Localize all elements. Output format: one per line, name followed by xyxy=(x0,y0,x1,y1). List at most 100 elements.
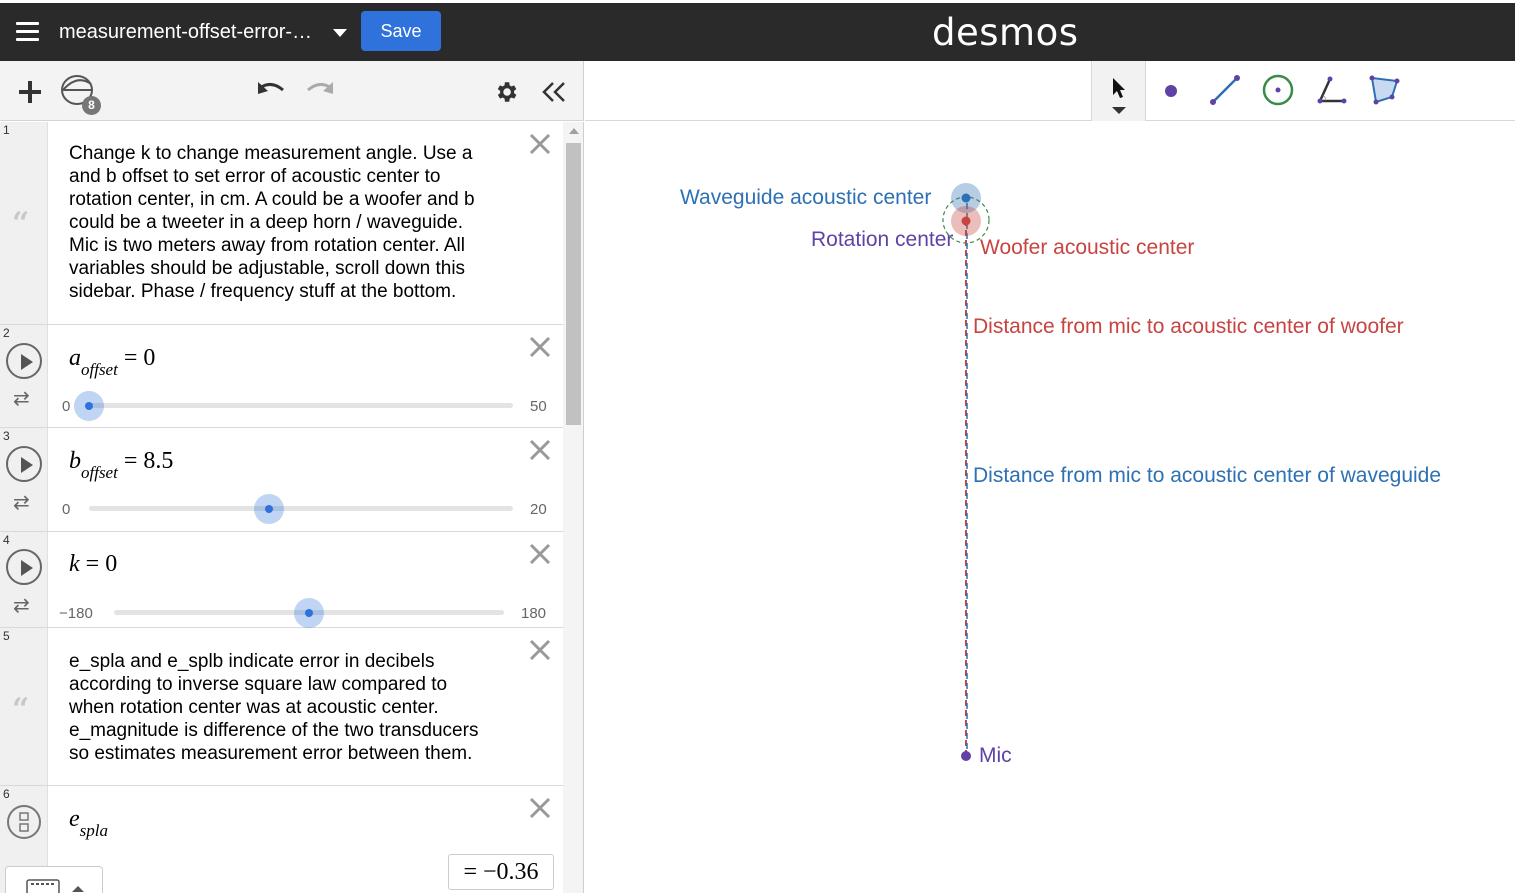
note-item[interactable]: 1 “ Change k to change measurement angle… xyxy=(0,122,563,325)
hidden-graph-icon[interactable] xyxy=(6,804,42,840)
hamburger-icon[interactable] xyxy=(16,22,40,42)
math-eq: = 8.5 xyxy=(123,448,174,474)
rotation-center-label: Rotation center xyxy=(811,228,954,251)
expression-gutter: 2 ⇄ xyxy=(0,325,48,427)
loop-icon[interactable]: ⇄ xyxy=(13,386,30,411)
note-line: when rotation center was at acoustic cen… xyxy=(69,697,439,718)
note-line: Mic is two meters away from rotation cen… xyxy=(69,235,465,256)
expression-math[interactable]: k = 0 xyxy=(69,551,117,578)
pointer-icon xyxy=(1113,78,1125,98)
close-icon[interactable] xyxy=(527,637,553,663)
slider-handle[interactable] xyxy=(254,494,285,524)
close-icon[interactable] xyxy=(527,334,553,360)
scroll-up-arrow[interactable] xyxy=(569,128,579,134)
play-icon[interactable] xyxy=(6,343,42,379)
circle-tool-icon[interactable] xyxy=(1261,73,1295,107)
expression-math[interactable]: espla xyxy=(69,806,108,840)
plus-icon[interactable] xyxy=(17,79,43,105)
select-tool[interactable] xyxy=(1091,61,1146,121)
chevron-down-icon[interactable] xyxy=(333,29,347,37)
keyboard-icon xyxy=(26,879,60,893)
note-line: and b offset to set error of acoustic ce… xyxy=(69,166,441,187)
math-sub: spla xyxy=(79,820,108,840)
scroll-thumb[interactable] xyxy=(566,143,581,425)
note-text[interactable]: e_spla and e_splb indicate error in deci… xyxy=(69,650,519,765)
woofer-label: Woofer acoustic center xyxy=(980,236,1195,259)
angle-tool-icon[interactable] xyxy=(1314,73,1348,107)
slider-max[interactable]: 50 xyxy=(530,398,547,415)
expression-index: 1 xyxy=(3,123,10,137)
close-icon[interactable] xyxy=(527,795,553,821)
point-tool-icon[interactable] xyxy=(1162,82,1180,100)
expression-gutter: 5 “ xyxy=(0,628,48,785)
loop-icon[interactable]: ⇄ xyxy=(13,593,30,618)
expression-index: 4 xyxy=(3,533,10,547)
close-icon[interactable] xyxy=(527,131,553,157)
note-item[interactable]: 5 “ e_spla and e_splb indicate error in … xyxy=(0,628,563,786)
expression-index: 2 xyxy=(3,326,10,340)
slider-max[interactable]: 20 xyxy=(530,501,547,518)
waveguide-distance-label: Distance from mic to acoustic center of … xyxy=(973,464,1442,487)
expression-math[interactable]: aoffset = 0 xyxy=(69,345,156,379)
slider-min[interactable]: 0 xyxy=(62,398,70,415)
close-icon[interactable] xyxy=(527,541,553,567)
slider-handle[interactable] xyxy=(74,391,104,421)
math-eq: = 0 xyxy=(123,345,156,371)
math-var: b xyxy=(69,448,81,474)
save-button[interactable]: Save xyxy=(361,11,441,51)
note-line: rotation center, in cm. A could be a woo… xyxy=(69,189,475,210)
note-line: could be a tweeter in a deep horn / wave… xyxy=(69,212,463,233)
evaluation-result: = −0.36 xyxy=(448,854,554,890)
expression-gutter: 4 ⇄ xyxy=(0,532,48,627)
slider-max[interactable]: 180 xyxy=(521,605,546,622)
expression-math[interactable]: boffset = 8.5 xyxy=(69,448,174,482)
gear-icon[interactable] xyxy=(493,79,519,105)
desmos-logo: desmos xyxy=(932,11,1079,54)
waveguide-label: Waveguide acoustic center xyxy=(680,186,932,209)
play-icon[interactable] xyxy=(6,549,42,585)
close-icon[interactable] xyxy=(527,437,553,463)
quote-icon: “ xyxy=(12,692,30,727)
graph-title[interactable]: measurement-offset-error-… xyxy=(59,21,312,44)
app-header: measurement-offset-error-… Save desmos xyxy=(0,3,1515,61)
slider-track[interactable] xyxy=(89,403,513,408)
redo-icon[interactable] xyxy=(305,80,335,100)
math-var: a xyxy=(69,345,81,371)
play-icon[interactable] xyxy=(6,446,42,482)
math-sub: offset xyxy=(81,359,118,379)
expression-index: 5 xyxy=(3,629,10,643)
chevron-down-icon xyxy=(1112,107,1126,114)
math-var: k xyxy=(69,551,80,577)
slider-track[interactable] xyxy=(89,506,513,511)
woofer-point[interactable] xyxy=(961,216,971,226)
loop-icon[interactable]: ⇄ xyxy=(13,490,30,515)
note-line: Change k to change measurement angle. Us… xyxy=(69,143,473,164)
segment-tool-icon[interactable] xyxy=(1209,74,1241,106)
woofer-distance-label: Distance from mic to acoustic center of … xyxy=(973,315,1404,338)
polygon-tool-icon[interactable] xyxy=(1367,73,1401,107)
mic-point[interactable] xyxy=(961,751,971,761)
expression-index: 3 xyxy=(3,429,10,443)
slider-handle[interactable] xyxy=(294,598,324,628)
slider-item-k[interactable]: 4 ⇄ k = 0 −180 180 xyxy=(0,532,563,628)
expression-gutter: 3 ⇄ xyxy=(0,428,48,531)
slider-min[interactable]: −180 xyxy=(59,605,93,622)
waveguide-point[interactable] xyxy=(961,193,971,203)
note-line: sidebar. Phase / frequency stuff at the … xyxy=(69,281,457,302)
math-sub: offset xyxy=(81,462,118,482)
slider-min[interactable]: 0 xyxy=(62,501,70,518)
slider-item-b-offset[interactable]: 3 ⇄ boffset = 8.5 0 20 xyxy=(0,428,563,532)
mic-label: Mic xyxy=(979,744,1012,767)
undo-icon[interactable] xyxy=(256,80,286,100)
note-line: according to inverse square law compared… xyxy=(69,674,448,695)
expression-index: 6 xyxy=(3,787,10,801)
keyboard-toggle[interactable] xyxy=(5,866,103,893)
double-chevron-left-icon[interactable] xyxy=(541,80,567,104)
slider-item-a-offset[interactable]: 2 ⇄ aoffset = 0 0 50 xyxy=(0,325,563,428)
note-text[interactable]: Change k to change measurement angle. Us… xyxy=(69,142,519,303)
math-var: e xyxy=(69,806,80,832)
expression-scrollbar[interactable] xyxy=(563,122,584,893)
note-line: e_spla and e_splb indicate error in deci… xyxy=(69,651,435,672)
graph-canvas[interactable]: Waveguide acoustic center Rotation cente… xyxy=(585,122,1515,893)
expression-gutter: 1 “ xyxy=(0,122,48,324)
